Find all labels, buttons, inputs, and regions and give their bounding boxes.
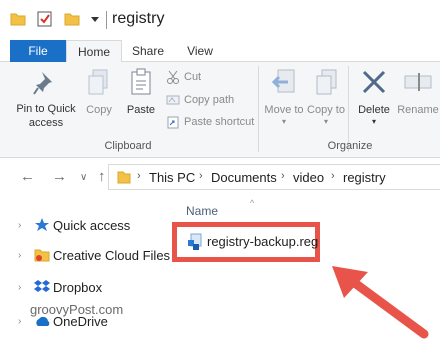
tab-file[interactable]: File [10, 40, 66, 62]
cloud-folder-icon [34, 249, 50, 262]
cut-button[interactable]: Cut [166, 68, 201, 86]
nav-item-label: Creative Cloud Files [53, 247, 171, 263]
ribbon-tabs: File Home Share View [0, 40, 440, 63]
breadcrumb-separator-icon[interactable]: › [137, 170, 141, 182]
customize-toolbar-icon[interactable] [90, 16, 100, 24]
nav-item-label: Dropbox [53, 279, 103, 295]
expand-chevron-icon[interactable]: › [18, 250, 21, 261]
breadcrumb-this-pc[interactable]: This PC [149, 170, 195, 185]
copy-to-label: Copy to [307, 104, 345, 116]
star-icon [35, 218, 49, 231]
expand-chevron-icon[interactable]: › [18, 282, 21, 293]
paste-shortcut-label: Paste shortcut [184, 116, 255, 128]
folder-icon [10, 13, 26, 26]
breadcrumb-documents[interactable]: Documents [211, 170, 277, 185]
tab-view[interactable]: View [176, 40, 224, 62]
cut-label: Cut [184, 71, 202, 83]
organize-group-label: Organize [327, 140, 373, 152]
ribbon: Pin to Quick access Copy Paste Cut Copy … [0, 62, 440, 158]
delete-button[interactable]: Delete ▾ [354, 68, 394, 126]
copy-path-label: Copy path [184, 94, 235, 106]
move-to-button[interactable]: Move to ▾ [264, 68, 304, 126]
copy-to-button[interactable]: Copy to ▾ [306, 68, 346, 126]
annotation-arrow-icon [332, 266, 429, 339]
clipboard-group-label: Clipboard [104, 140, 152, 152]
file-name: registry-backup.reg [207, 234, 319, 249]
navigation-bar: ← → ∨ ↑ › This PC › Documents › video › … [0, 158, 440, 198]
move-to-icon [271, 69, 295, 93]
dropbox-icon [34, 280, 50, 292]
address-bar[interactable]: › This PC › Documents › video › registry [108, 164, 440, 190]
expand-chevron-icon[interactable]: › [18, 220, 21, 231]
paste-button[interactable]: Paste [124, 68, 158, 116]
sort-chevron-icon[interactable]: ^ [250, 198, 254, 208]
recent-locations-chevron-icon[interactable]: ∨ [80, 172, 87, 183]
move-to-label: Move to [264, 104, 304, 116]
tab-home[interactable]: Home [66, 40, 122, 63]
delete-x-icon [362, 70, 386, 94]
navigation-pane: › Quick access › Creative Cloud Files › … [0, 198, 172, 340]
title-separator [106, 11, 107, 29]
move-to-dropdown-icon: ▾ [281, 117, 286, 126]
copy-button[interactable]: Copy [84, 68, 114, 116]
nav-item-label: Quick access [53, 217, 131, 233]
delete-dropdown-icon: ▾ [371, 117, 376, 126]
copy-to-icon [316, 69, 337, 95]
breadcrumb-registry[interactable]: registry [343, 170, 386, 185]
rename-icon [404, 73, 432, 91]
rename-label: Rename [397, 104, 439, 116]
up-arrow-icon[interactable]: ↑ [98, 168, 106, 185]
rename-button[interactable]: Rename [396, 68, 440, 116]
tab-share[interactable]: Share [122, 40, 174, 62]
properties-icon[interactable] [36, 10, 54, 28]
address-folder-icon [117, 171, 131, 184]
copy-path-button[interactable]: Copy path [166, 91, 234, 109]
pin-icon [33, 72, 52, 95]
watermark-text: groovyPost.com [30, 302, 124, 317]
title-bar: registry [0, 0, 440, 40]
new-folder-icon[interactable] [64, 12, 80, 26]
copy-icon [88, 69, 108, 95]
ribbon-group-separator [258, 66, 259, 152]
expand-chevron-icon[interactable]: › [18, 316, 21, 327]
pin-label: Pin to Quick access [16, 103, 76, 129]
back-arrow-icon[interactable]: ← [20, 168, 35, 185]
forward-arrow-icon[interactable]: → [52, 168, 67, 185]
window-title: registry [112, 10, 165, 27]
paste-shortcut-button[interactable]: Paste shortcut [166, 113, 254, 131]
column-header-name[interactable]: Name [186, 204, 218, 218]
breadcrumb-separator-icon[interactable]: › [199, 170, 203, 182]
breadcrumb-separator-icon[interactable]: › [331, 170, 335, 182]
scissors-icon [167, 70, 179, 84]
copy-path-icon [166, 95, 180, 105]
paste-label: Paste [126, 104, 156, 116]
copy-label: Copy [86, 104, 112, 116]
reg-file-icon [188, 233, 202, 250]
paste-shortcut-icon [167, 116, 179, 129]
file-row-highlighted[interactable]: registry-backup.reg [172, 222, 320, 262]
copy-to-dropdown-icon: ▾ [323, 117, 328, 126]
delete-label: Delete [358, 104, 390, 116]
pin-to-quick-access-button[interactable]: Pin to Quick access [10, 68, 82, 130]
breadcrumb-separator-icon[interactable]: › [281, 170, 285, 182]
breadcrumb-video[interactable]: video [293, 170, 324, 185]
paste-icon [131, 68, 151, 95]
